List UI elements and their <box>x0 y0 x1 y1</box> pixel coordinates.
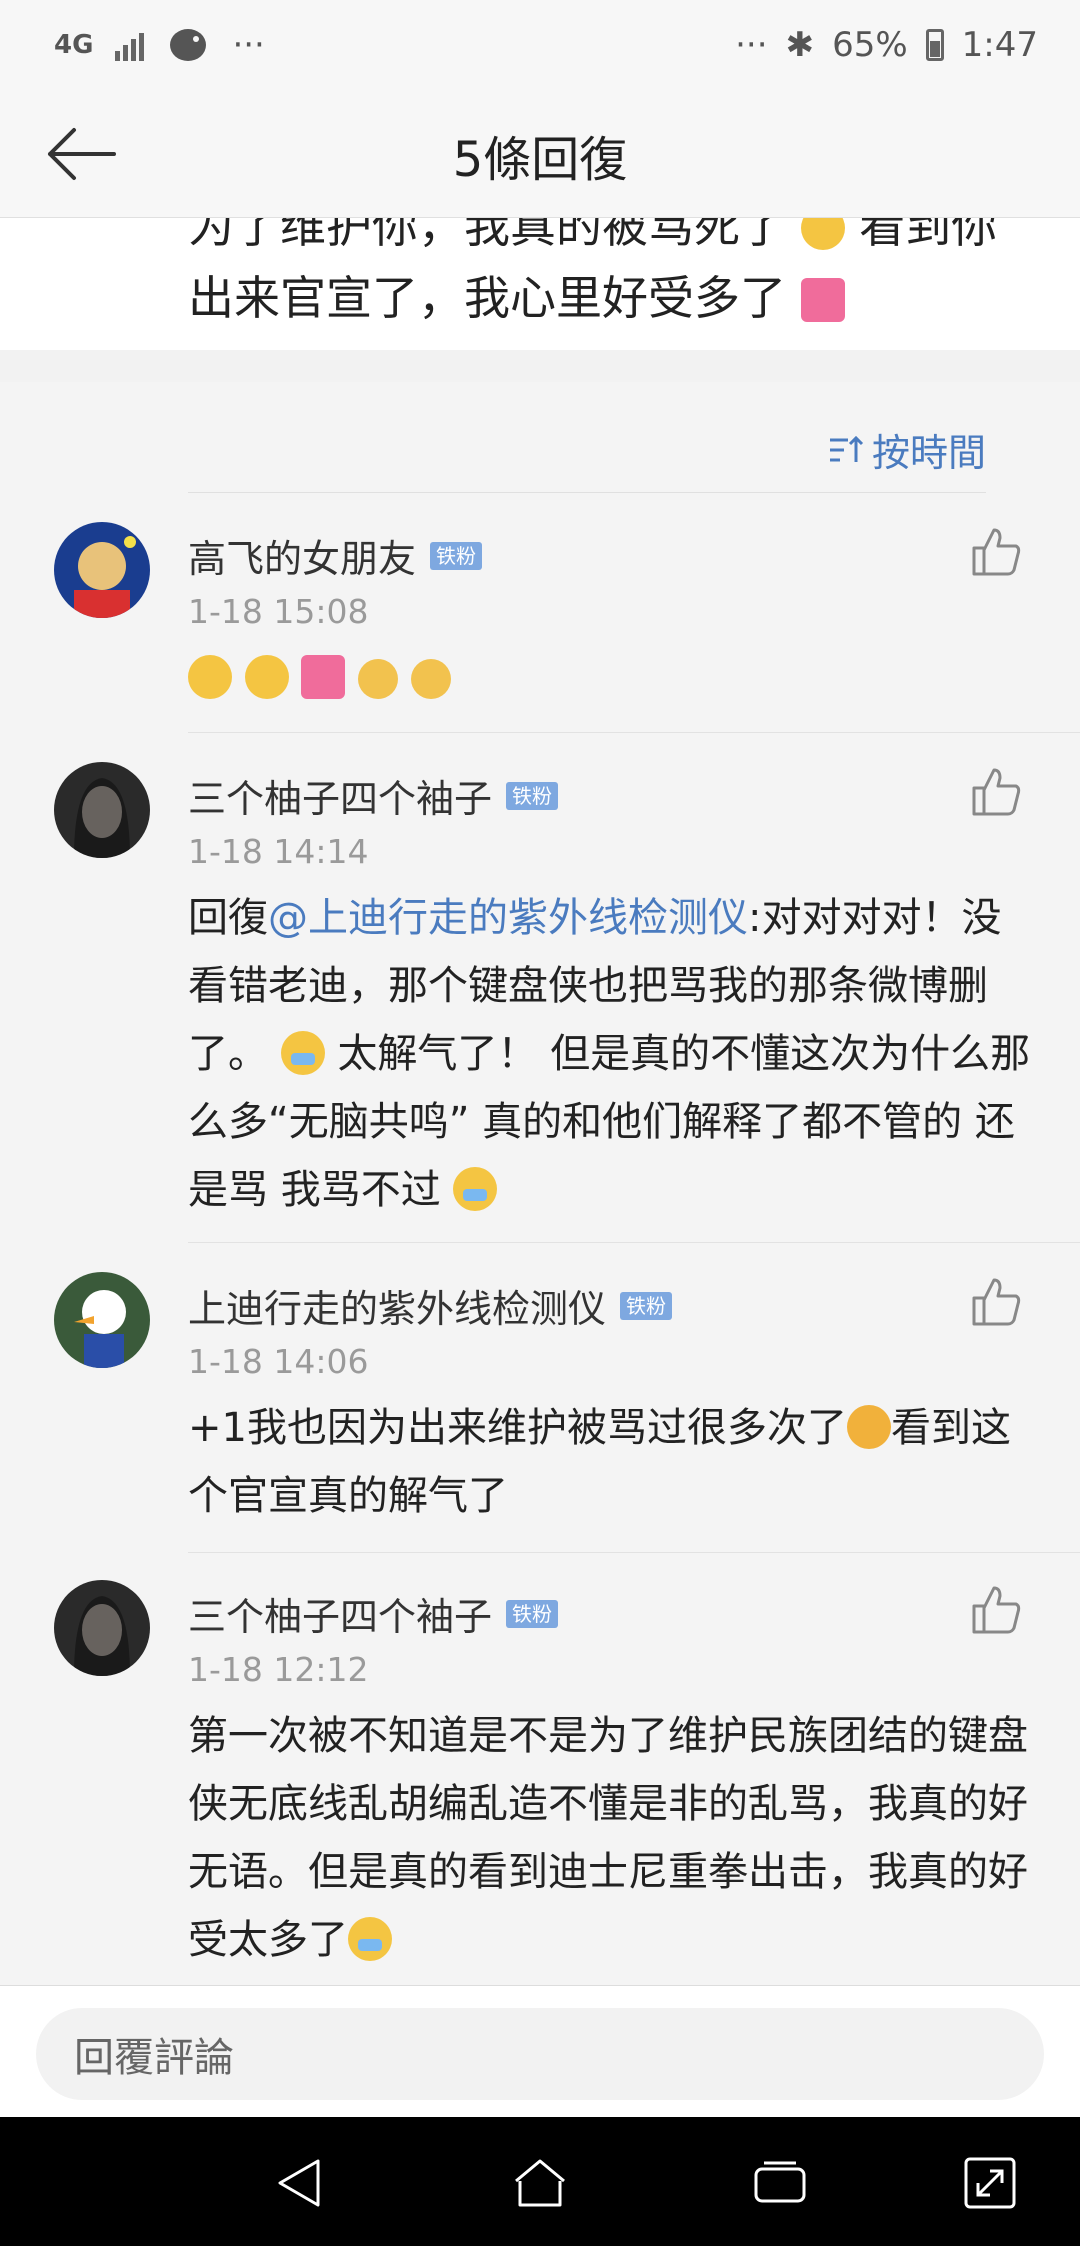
comment-text <box>188 644 1038 712</box>
comment-text: 第一次被不知道是不是为了维护民族团结的键盘侠无底线乱胡编乱造不懂是非的乱骂，我真… <box>188 1713 1028 1963</box>
comment-item: 三个柚子四个袖子 铁粉 1-18 12:12 第一次被不知道是不是为了维护民族团… <box>0 1580 1080 1980</box>
reply-bar: 回覆評論 <box>0 1985 1080 2117</box>
comment-text: 回復@上迪行走的紫外线检测仪:对对对对！没看错老迪，那个键盘侠也把骂我的那条微博… <box>188 895 1031 1213</box>
more-notifications-indicator: ··· <box>232 25 265 65</box>
avatar[interactable] <box>54 1580 150 1676</box>
original-post-text: 为了维护你，我真的被骂死了 看到你 出来官宣了，我心里好受多了 <box>188 218 1028 334</box>
crying-emoji-icon <box>280 1031 325 1075</box>
battery-percent: 65% <box>832 25 908 65</box>
bluetooth-icon: ✱ <box>785 25 815 65</box>
divider <box>188 1242 1080 1243</box>
sort-icon <box>829 435 864 462</box>
thumbs-up-icon[interactable] <box>970 766 1022 818</box>
doge-emoji-icon <box>846 1405 891 1449</box>
commenter-name[interactable]: 上迪行走的紫外线检测仪 <box>188 1278 606 1333</box>
mention-link[interactable]: @上迪行走的紫外线检测仪 <box>268 895 748 941</box>
home-icon[interactable] <box>512 2155 568 2211</box>
avatar[interactable] <box>54 762 150 858</box>
expand-icon[interactable] <box>962 2155 1018 2211</box>
blush-emoji-icon <box>188 655 232 699</box>
signal-icon <box>115 29 145 61</box>
sort-label: 按時間 <box>871 431 986 475</box>
avatar[interactable] <box>54 522 150 618</box>
nav-bar: 5條回復 <box>0 90 1080 218</box>
fan-badge: 铁粉 <box>430 541 483 570</box>
commenter-name[interactable]: 高飞的女朋友 <box>188 528 416 583</box>
kiss-emoji-icon <box>800 278 845 322</box>
reply-input[interactable]: 回覆評論 <box>36 2008 1044 2100</box>
thumbs-up-icon[interactable] <box>970 1584 1022 1636</box>
system-nav-bar <box>0 2117 1080 2246</box>
blush-emoji-icon <box>244 655 289 699</box>
status-bar: 4G ··· ··· ✱ 65% 1:47 <box>0 0 1080 90</box>
thumbs-up-icon[interactable] <box>970 526 1022 578</box>
comments-list: 按時間 高飞的女朋友 铁粉 1-18 15:08 三个柚子四个袖子 铁粉 1-1… <box>0 382 1080 1985</box>
notification-app-icon <box>170 29 207 61</box>
smile-emoji-icon <box>800 218 845 250</box>
recent-apps-icon[interactable] <box>752 2155 808 2211</box>
avatar[interactable] <box>54 1272 150 1368</box>
comment-text: +1我也因为出来维护被骂过很多次了 看到这个官宣真的解气了 <box>188 1405 1011 1519</box>
fan-badge: 铁粉 <box>620 1291 673 1320</box>
clock: 1:47 <box>961 25 1038 65</box>
sort-button[interactable]: 按時間 <box>828 422 986 477</box>
crying-emoji-icon <box>348 1917 392 1961</box>
battery-icon <box>925 29 944 61</box>
back-icon[interactable] <box>272 2155 328 2211</box>
comment-time: 1-18 12:12 <box>188 1650 369 1689</box>
divider <box>188 1552 1080 1553</box>
hug-emoji-icon <box>410 659 451 699</box>
commenter-name[interactable]: 三个柚子四个袖子 <box>188 1586 492 1641</box>
divider <box>188 492 986 493</box>
commenter-name[interactable]: 三个柚子四个袖子 <box>188 768 492 823</box>
comment-time: 1-18 14:06 <box>188 1342 369 1381</box>
comment-item: 高飞的女朋友 铁粉 1-18 15:08 <box>0 522 1080 752</box>
thumbs-up-icon[interactable] <box>970 1276 1022 1328</box>
divider <box>188 732 1080 733</box>
fan-badge: 铁粉 <box>506 1599 559 1628</box>
comment-item: 上迪行走的紫外线检测仪 铁粉 1-18 14:06 +1我也因为出来维护被骂过很… <box>0 1272 1080 1552</box>
original-post-card: 为了维护你，我真的被骂死了 看到你 出来官宣了，我心里好受多了 <box>0 218 1080 350</box>
crying-emoji-icon <box>453 1167 498 1211</box>
fan-badge: 铁粉 <box>506 781 559 810</box>
hug-emoji-icon <box>358 659 399 699</box>
comment-time: 1-18 15:08 <box>188 592 369 631</box>
page-title: 5條回復 <box>452 132 628 188</box>
comment-time: 1-18 14:14 <box>188 832 369 871</box>
network-indicator: 4G <box>54 30 94 60</box>
heart-emoji-icon <box>301 655 346 699</box>
comment-item: 三个柚子四个袖子 铁粉 1-18 14:14 回復@上迪行走的紫外线检测仪:对对… <box>0 762 1080 1242</box>
more-status-indicator: ··· <box>735 25 768 65</box>
